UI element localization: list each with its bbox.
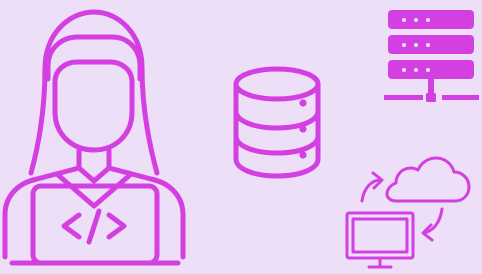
server-unit-2 <box>388 35 474 54</box>
illustration-svg <box>2 9 479 269</box>
server-icon <box>384 10 479 102</box>
server-network-node <box>426 93 436 102</box>
server-network-right <box>442 95 479 100</box>
server-light-1c <box>426 18 430 22</box>
database-dot-3 <box>299 151 307 159</box>
server-light-2b <box>414 43 418 47</box>
developer-face <box>52 59 135 153</box>
database-top <box>233 66 321 102</box>
server-light-2c <box>426 43 430 47</box>
database-divider-1 <box>233 108 321 131</box>
code-icon <box>61 208 127 245</box>
database-icon <box>233 66 321 179</box>
server-light-1a <box>402 18 406 22</box>
monitor-screen <box>351 217 409 254</box>
laptop-icon <box>9 183 181 266</box>
developer-fringe <box>45 34 143 82</box>
server-unit-3 <box>388 60 474 79</box>
server-light-3a <box>402 68 406 72</box>
server-stem <box>428 79 434 95</box>
server-light-3c <box>426 68 430 72</box>
server-light-1b <box>414 18 418 22</box>
database-dot-2 <box>299 125 307 133</box>
server-unit-1 <box>388 10 474 29</box>
cloud-sync-icon <box>345 156 471 269</box>
illustration-canvas <box>0 0 482 274</box>
database-divider-2 <box>233 133 321 156</box>
database-dot-1 <box>299 99 307 107</box>
server-light-3b <box>414 68 418 72</box>
server-light-2a <box>402 43 406 47</box>
server-network-left <box>384 95 423 100</box>
cloud-shape <box>385 156 471 203</box>
